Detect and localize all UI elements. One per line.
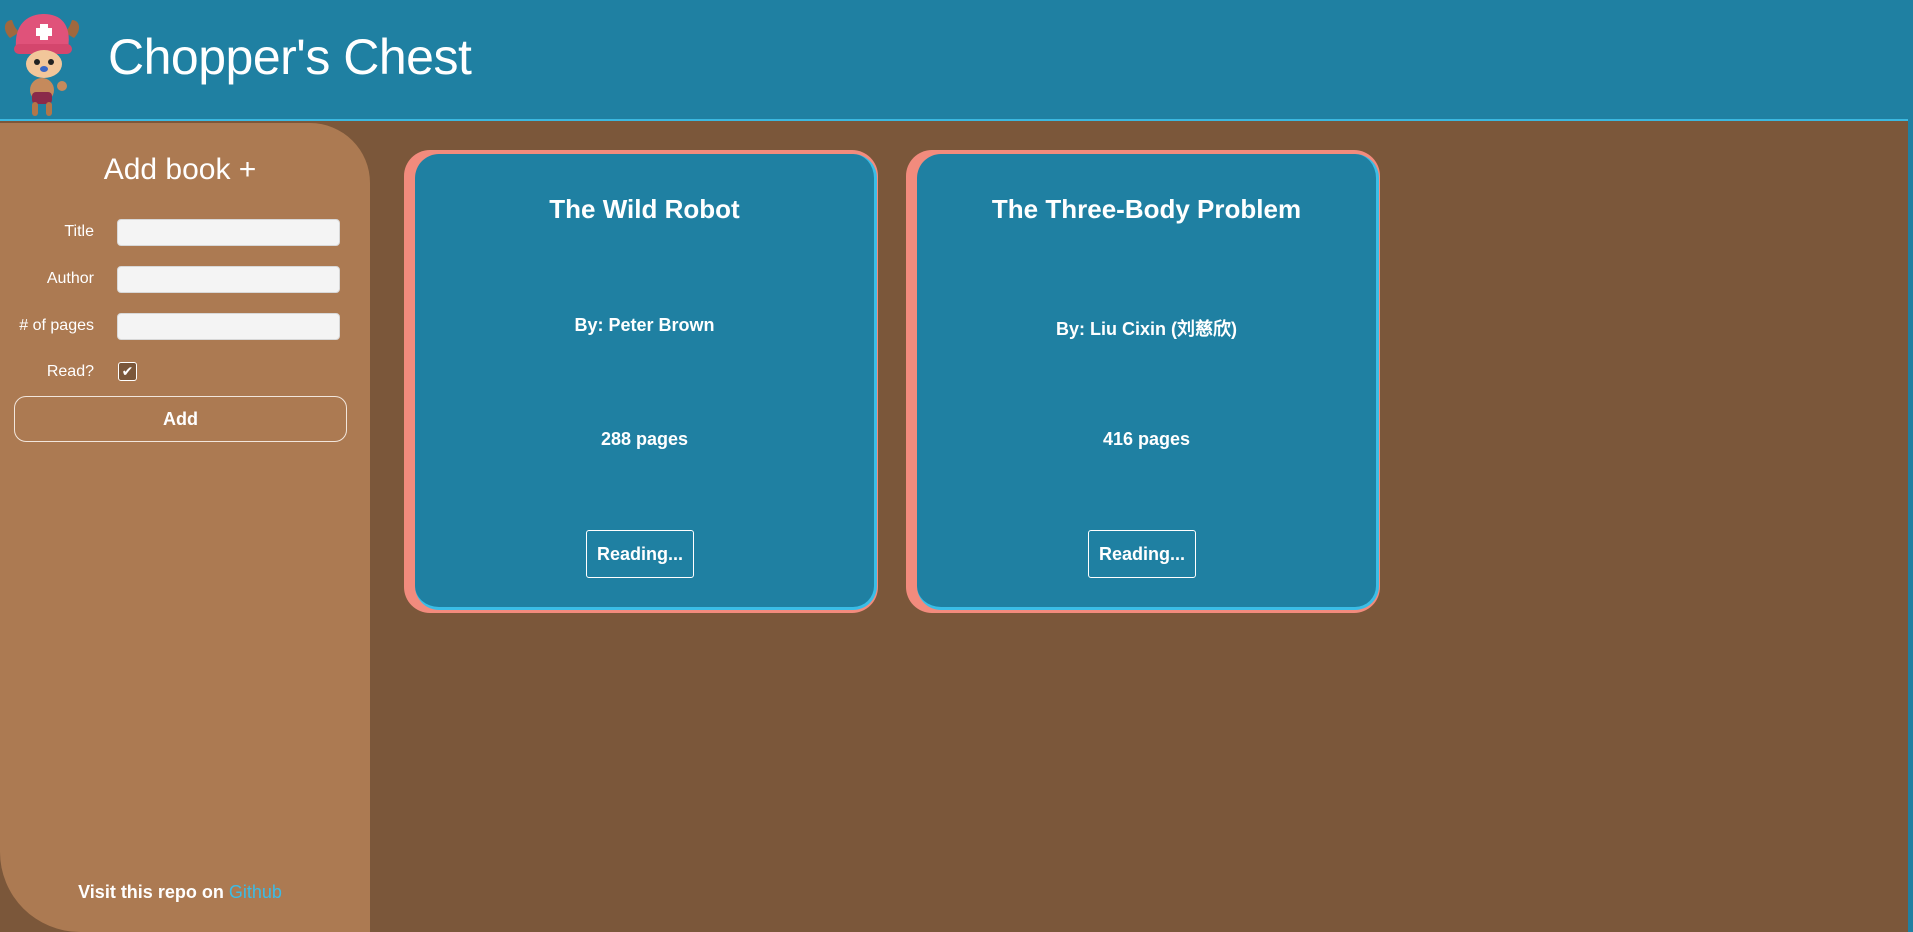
add-book-sidebar: Add book + Title Author # of pages Read?… bbox=[0, 123, 370, 932]
pages-input[interactable] bbox=[117, 313, 340, 340]
chopper-logo-icon bbox=[4, 14, 80, 116]
book-card-body: The Three-Body Problem By: Liu Cixin (刘慈… bbox=[917, 154, 1379, 610]
pages-row: # of pages bbox=[0, 313, 370, 341]
read-label: Read? bbox=[46, 363, 94, 380]
add-book-heading: Add book + bbox=[103, 153, 257, 186]
book-pages: 288 pages bbox=[600, 429, 689, 449]
book-title: The Three-Body Problem bbox=[991, 194, 1302, 224]
github-link[interactable]: Github bbox=[229, 882, 282, 902]
title-label: Title bbox=[64, 223, 94, 240]
app-header: Chopper's Chest bbox=[0, 0, 1908, 121]
add-book-button[interactable]: Add bbox=[14, 396, 347, 442]
author-label: Author bbox=[46, 270, 94, 287]
book-author: By: Liu Cixin (刘慈欣) bbox=[1056, 319, 1237, 339]
book-author: By: Peter Brown bbox=[574, 315, 715, 335]
book-card: The Three-Body Problem By: Liu Cixin (刘慈… bbox=[906, 150, 1380, 613]
page-edge-strip bbox=[1908, 0, 1913, 932]
checkmark-icon: ✔ bbox=[121, 363, 134, 379]
read-status-button[interactable]: Reading... bbox=[586, 530, 694, 578]
pages-label: # of pages bbox=[19, 317, 94, 334]
book-card-body: The Wild Robot By: Peter Brown 288 pages… bbox=[415, 154, 877, 610]
read-status-button[interactable]: Reading... bbox=[1088, 530, 1196, 578]
book-card: The Wild Robot By: Peter Brown 288 pages… bbox=[404, 150, 878, 613]
book-pages: 416 pages bbox=[1102, 429, 1191, 449]
app-title: Chopper's Chest bbox=[108, 29, 472, 85]
title-row: Title bbox=[0, 219, 370, 247]
read-row: Read? ✔ bbox=[0, 359, 370, 387]
read-checkbox[interactable]: ✔ bbox=[118, 362, 137, 381]
footer-text: Visit this repo on bbox=[78, 882, 229, 902]
book-title: The Wild Robot bbox=[549, 194, 740, 224]
author-input[interactable] bbox=[117, 266, 340, 293]
repo-footer: Visit this repo on Github bbox=[0, 882, 360, 903]
title-input[interactable] bbox=[117, 219, 340, 246]
author-row: Author bbox=[0, 266, 370, 294]
